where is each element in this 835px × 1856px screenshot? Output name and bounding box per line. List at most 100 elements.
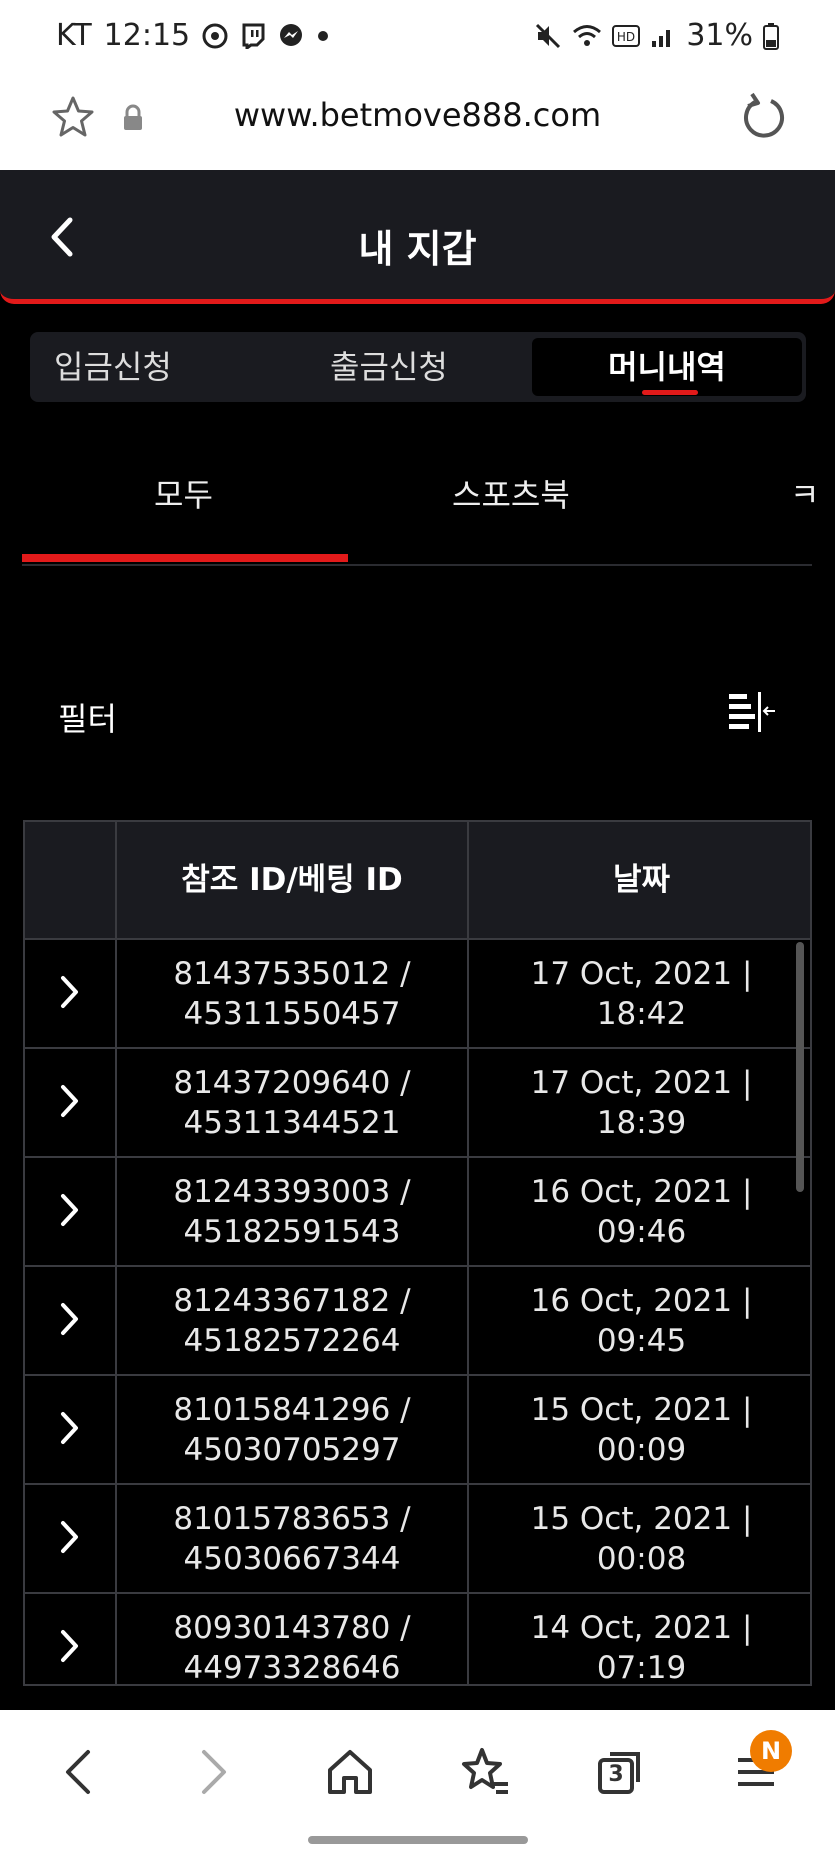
ref-id-cell: 81437209640 /45311344521 <box>117 1049 467 1156</box>
wallet-segment-tabs: 입금신청 출금신청 머니내역 <box>30 332 806 402</box>
date-cell: 16 Oct, 2021 | 09:46 <box>469 1158 810 1265</box>
chevron-right-icon[interactable] <box>59 1083 81 1119</box>
tab-money-history-label: 머니내역 <box>608 348 726 386</box>
browser-bottom-nav: 3 N <box>0 1710 835 1856</box>
date: 15 Oct, 2021 | <box>530 1391 753 1428</box>
bet-id: 45311344521 <box>183 1104 401 1141</box>
chevron-right-icon[interactable] <box>59 1192 81 1228</box>
date-cell: 17 Oct, 2021 | 18:39 <box>469 1049 810 1156</box>
table-scrollbar[interactable] <box>796 942 804 1192</box>
table-row[interactable]: 81015841296 /45030705297 15 Oct, 2021 | 0… <box>25 1374 810 1483</box>
mute-icon <box>536 23 561 48</box>
ref-id-cell: 81015783653 /45030667344 <box>117 1485 467 1592</box>
tabs-button[interactable]: 3 <box>596 1746 644 1798</box>
chevron-right-icon[interactable] <box>59 1519 81 1555</box>
time-label: 12:15 <box>103 18 191 53</box>
date: 16 Oct, 2021 | <box>530 1173 753 1210</box>
column-ref-id: 참조 ID/베팅 ID <box>181 862 403 898</box>
app-header: 내 지갑 <box>0 170 835 304</box>
chevron-right-icon[interactable] <box>59 1410 81 1446</box>
tab-deposit[interactable]: 입금신청 <box>54 332 172 402</box>
back-icon[interactable] <box>60 1746 96 1798</box>
column-date: 날짜 <box>612 862 671 898</box>
active-subtab-indicator <box>22 554 348 562</box>
soccer-ball-icon <box>202 23 228 48</box>
messenger-icon <box>280 23 303 46</box>
ref-id: 81437535012 / <box>173 955 411 992</box>
bet-id: 45182572264 <box>183 1322 401 1359</box>
bet-id: 44973328646 <box>183 1649 401 1686</box>
ref-id-cell: 81243367182 /45182572264 <box>117 1267 467 1374</box>
ref-id: 80930143780 / <box>173 1609 411 1646</box>
date: 15 Oct, 2021 | <box>530 1500 753 1537</box>
ref-id-cell: 81243393003 /45182591543 <box>117 1158 467 1265</box>
chevron-right-icon[interactable] <box>59 1628 81 1664</box>
table-row[interactable]: 81437209640 /45311344521 17 Oct, 2021 | 1… <box>25 1047 810 1156</box>
ref-id: 81243367182 / <box>173 1282 411 1319</box>
menu-notification-badge: N <box>750 1730 792 1772</box>
chevron-right-icon[interactable] <box>59 1301 81 1337</box>
time: 18:42 <box>596 995 687 1032</box>
bet-id: 45030667344 <box>183 1540 401 1577</box>
status-bar: KT 12:15 HD 31% <box>0 0 835 72</box>
subtab-sportsbook[interactable]: 스포츠북 <box>452 470 570 516</box>
browser-url-bar: www.betmove888.com <box>0 72 835 170</box>
column-divider <box>115 822 117 1684</box>
ref-id: 81015783653 / <box>173 1500 411 1537</box>
forward-icon[interactable] <box>196 1746 232 1798</box>
table-row[interactable]: 81437535012 /45311550457 17 Oct, 2021 | 1… <box>25 938 810 1047</box>
carrier-label: KT <box>56 18 92 53</box>
svg-text:HD: HD <box>617 30 635 44</box>
money-history-table: 참조 ID/베팅 ID 날짜 81437535012 /45311550457 … <box>23 820 812 1686</box>
signal-icon <box>652 29 671 47</box>
date: 16 Oct, 2021 | <box>530 1282 753 1319</box>
ref-id: 81437209640 / <box>173 1064 411 1101</box>
tabs-count: 3 <box>608 1762 624 1787</box>
subtab-all[interactable]: 모두 <box>154 470 213 516</box>
gesture-home-bar[interactable] <box>308 1836 528 1844</box>
hd-icon: HD <box>612 24 641 47</box>
time: 00:08 <box>596 1540 687 1577</box>
ref-id-cell: 80930143780 /44973328646 <box>117 1594 467 1686</box>
column-divider <box>467 822 469 1684</box>
date-cell: 16 Oct, 2021 | 09:45 <box>469 1267 810 1374</box>
tab-money-history[interactable]: 머니내역 <box>532 338 802 396</box>
time: 07:19 <box>596 1649 687 1686</box>
table-row[interactable]: 80930143780 /44973328646 14 Oct, 2021 | 0… <box>25 1592 810 1686</box>
time: 00:09 <box>596 1431 687 1468</box>
page-title: 내 지갑 <box>358 227 477 271</box>
date: 17 Oct, 2021 | <box>530 955 753 992</box>
bet-id: 45030705297 <box>183 1431 401 1468</box>
date-cell: 17 Oct, 2021 | 18:42 <box>469 940 810 1047</box>
bet-id: 45182591543 <box>183 1213 401 1250</box>
ref-id-cell: 81015841296 /45030705297 <box>117 1376 467 1483</box>
url-text[interactable]: www.betmove888.com <box>0 96 835 134</box>
bookmarks-icon[interactable] <box>460 1746 512 1798</box>
table-row[interactable]: 81243367182 /45182572264 16 Oct, 2021 | 0… <box>25 1265 810 1374</box>
battery-icon <box>763 22 779 50</box>
reload-icon[interactable] <box>741 92 787 142</box>
time: 18:39 <box>596 1104 687 1141</box>
date-cell: 14 Oct, 2021 | 07:19 <box>469 1594 810 1686</box>
tab-withdraw[interactable]: 출금신청 <box>330 332 448 402</box>
ref-id-cell: 81437535012 /45311550457 <box>117 940 467 1047</box>
date-cell: 15 Oct, 2021 | 00:08 <box>469 1485 810 1592</box>
table-row[interactable]: 81243393003 /45182591543 16 Oct, 2021 | 0… <box>25 1156 810 1265</box>
time: 09:46 <box>596 1213 687 1250</box>
table-header: 참조 ID/베팅 ID 날짜 <box>25 822 810 938</box>
active-tab-indicator <box>642 390 698 395</box>
date: 14 Oct, 2021 | <box>530 1609 753 1646</box>
table-row[interactable]: 81015783653 /45030667344 15 Oct, 2021 | 0… <box>25 1483 810 1592</box>
ref-id: 81015841296 / <box>173 1391 411 1428</box>
date: 17 Oct, 2021 | <box>530 1064 753 1101</box>
history-subtabs: 모두 스포츠북 ㅋ <box>22 440 819 566</box>
subtab-partial[interactable]: ㅋ <box>790 470 819 516</box>
wifi-icon <box>573 24 602 46</box>
chevron-right-icon[interactable] <box>59 974 81 1010</box>
bet-id: 45311550457 <box>183 995 401 1032</box>
filter-label[interactable]: 필터 <box>58 694 117 740</box>
filter-icon[interactable] <box>727 692 777 732</box>
time: 09:45 <box>596 1322 687 1359</box>
home-icon[interactable] <box>326 1746 374 1798</box>
ref-id: 81243393003 / <box>173 1173 411 1210</box>
